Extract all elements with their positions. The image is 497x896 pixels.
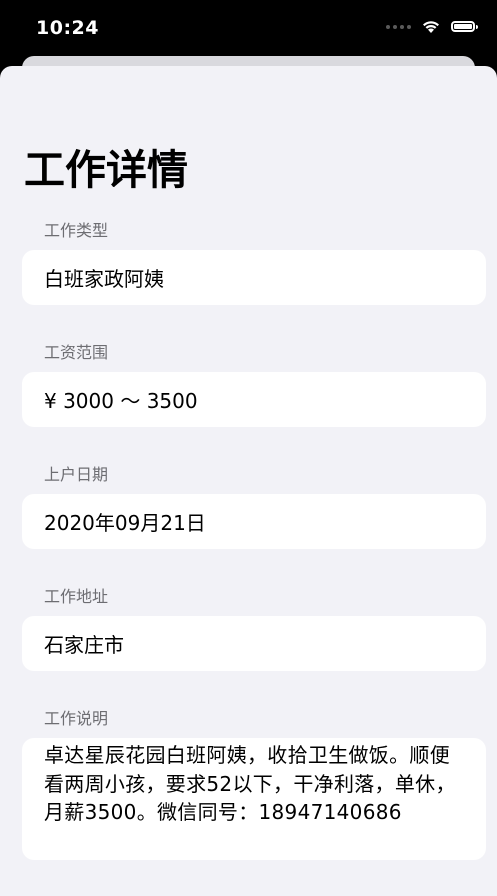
battery-icon [451,21,478,32]
status-bar: 10:24 [0,0,497,56]
salary-range-field: ¥ 3000 ～ 3500 [22,372,486,427]
work-description-label: 工作说明 [44,709,109,728]
start-date-label: 上户日期 [44,465,109,484]
status-icons [386,19,478,34]
wifi-icon [423,21,439,33]
work-address-label: 工作地址 [44,587,109,606]
page-title: 工作详情 [24,146,188,194]
salary-range-label: 工资范围 [44,343,109,362]
work-type-field: 白班家政阿姨 [22,250,486,305]
work-address-field: 石家庄市 [22,616,486,671]
work-description-field: 卓达星辰花园白班阿姨，收拾卫生做饭。顺便看两周小孩，要求52以下，干净利落，单休… [22,738,486,860]
work-type-label: 工作类型 [44,221,109,240]
signal-icon [386,24,411,29]
status-time: 10:24 [36,17,99,39]
start-date-field: 2020年09月21日 [22,494,486,549]
